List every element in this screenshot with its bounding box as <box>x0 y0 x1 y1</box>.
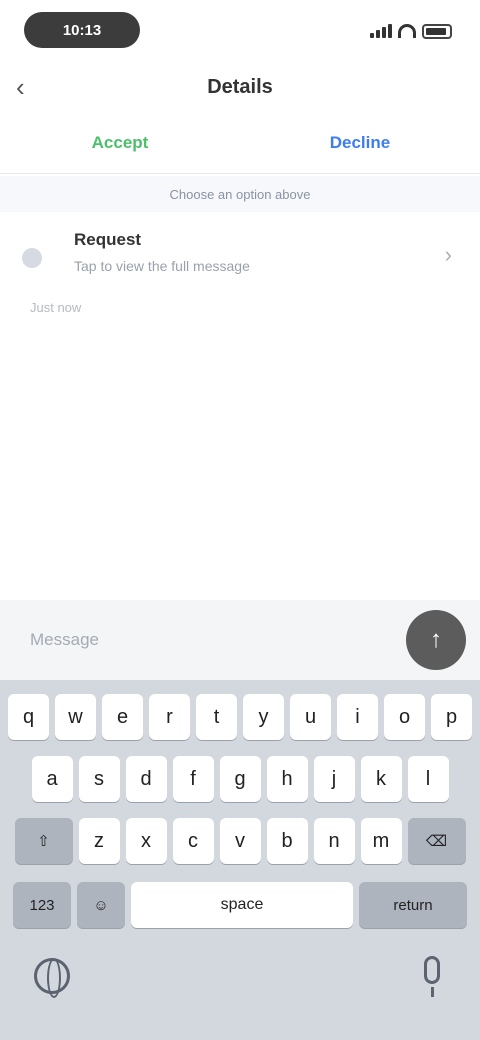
list-item[interactable]: Request Tap to view the full message › <box>16 222 464 286</box>
key-u[interactable]: u <box>290 694 331 740</box>
key-z[interactable]: z <box>78 818 120 864</box>
key-s[interactable]: s <box>78 756 120 802</box>
key-o[interactable]: o <box>384 694 425 740</box>
key-row-2: a s d f g h j k l <box>0 756 480 802</box>
key-p[interactable]: p <box>431 694 472 740</box>
numbers-key[interactable]: 123 <box>13 882 71 928</box>
key-c[interactable]: c <box>172 818 214 864</box>
chevron-right-icon: › <box>444 242 452 267</box>
page-title: Details <box>207 76 273 98</box>
delete-key[interactable]: ⌫ <box>407 818 466 864</box>
key-f[interactable]: f <box>172 756 214 802</box>
key-g[interactable]: g <box>219 756 261 802</box>
item-avatar-icon <box>22 248 42 268</box>
message-input[interactable] <box>16 618 392 662</box>
key-row-1: q w e r t y u i o p <box>0 694 480 740</box>
key-t[interactable]: t <box>196 694 237 740</box>
wifi-icon <box>398 24 416 38</box>
key-w[interactable]: w <box>55 694 96 740</box>
key-i[interactable]: i <box>337 694 378 740</box>
key-y[interactable]: y <box>243 694 284 740</box>
send-button[interactable]: ↑ <box>406 610 466 670</box>
status-bar: 10:13 <box>0 0 480 62</box>
tab-bar: Accept Decline <box>0 112 480 174</box>
microphone-icon[interactable] <box>424 956 440 997</box>
key-r[interactable]: r <box>149 694 190 740</box>
key-b[interactable]: b <box>266 818 308 864</box>
key-h[interactable]: h <box>266 756 308 802</box>
key-row-3: ⇧ z x c v b n m ⌫ <box>0 818 480 864</box>
return-key[interactable]: return <box>359 882 467 928</box>
signal-icon <box>370 24 392 38</box>
key-e[interactable]: e <box>102 694 143 740</box>
compose-bar: ↑ <box>0 600 480 680</box>
key-l[interactable]: l <box>407 756 449 802</box>
key-k[interactable]: k <box>360 756 402 802</box>
tab-accept[interactable]: Accept <box>0 112 240 173</box>
key-a[interactable]: a <box>31 756 73 802</box>
status-icons <box>370 20 452 42</box>
key-v[interactable]: v <box>219 818 261 864</box>
keyboard-bottom-bar <box>0 940 480 1040</box>
item-meta: Just now <box>30 300 82 315</box>
item-title: Request <box>74 230 142 249</box>
notice-text: Choose an option above <box>0 176 480 212</box>
item-subtitle: Tap to view the full message <box>74 258 250 274</box>
key-n[interactable]: n <box>313 818 355 864</box>
space-key[interactable]: space <box>131 882 353 928</box>
emoji-key[interactable]: ☺ <box>77 882 125 928</box>
key-x[interactable]: x <box>125 818 167 864</box>
globe-icon[interactable] <box>34 958 70 998</box>
key-m[interactable]: m <box>360 818 402 864</box>
arrow-up-icon: ↑ <box>430 626 442 653</box>
key-j[interactable]: j <box>313 756 355 802</box>
status-time: 10:13 <box>24 12 140 48</box>
tab-decline[interactable]: Decline <box>240 112 480 173</box>
shift-key[interactable]: ⇧ <box>14 818 73 864</box>
battery-icon <box>422 23 452 39</box>
app-header: ‹ Details <box>0 62 480 112</box>
key-d[interactable]: d <box>125 756 167 802</box>
keyboard: q w e r t y u i o p a s d f g h j k l ⇧ … <box>0 680 480 1040</box>
key-q[interactable]: q <box>8 694 49 740</box>
key-row-4: 123 ☺ space return <box>0 882 480 928</box>
